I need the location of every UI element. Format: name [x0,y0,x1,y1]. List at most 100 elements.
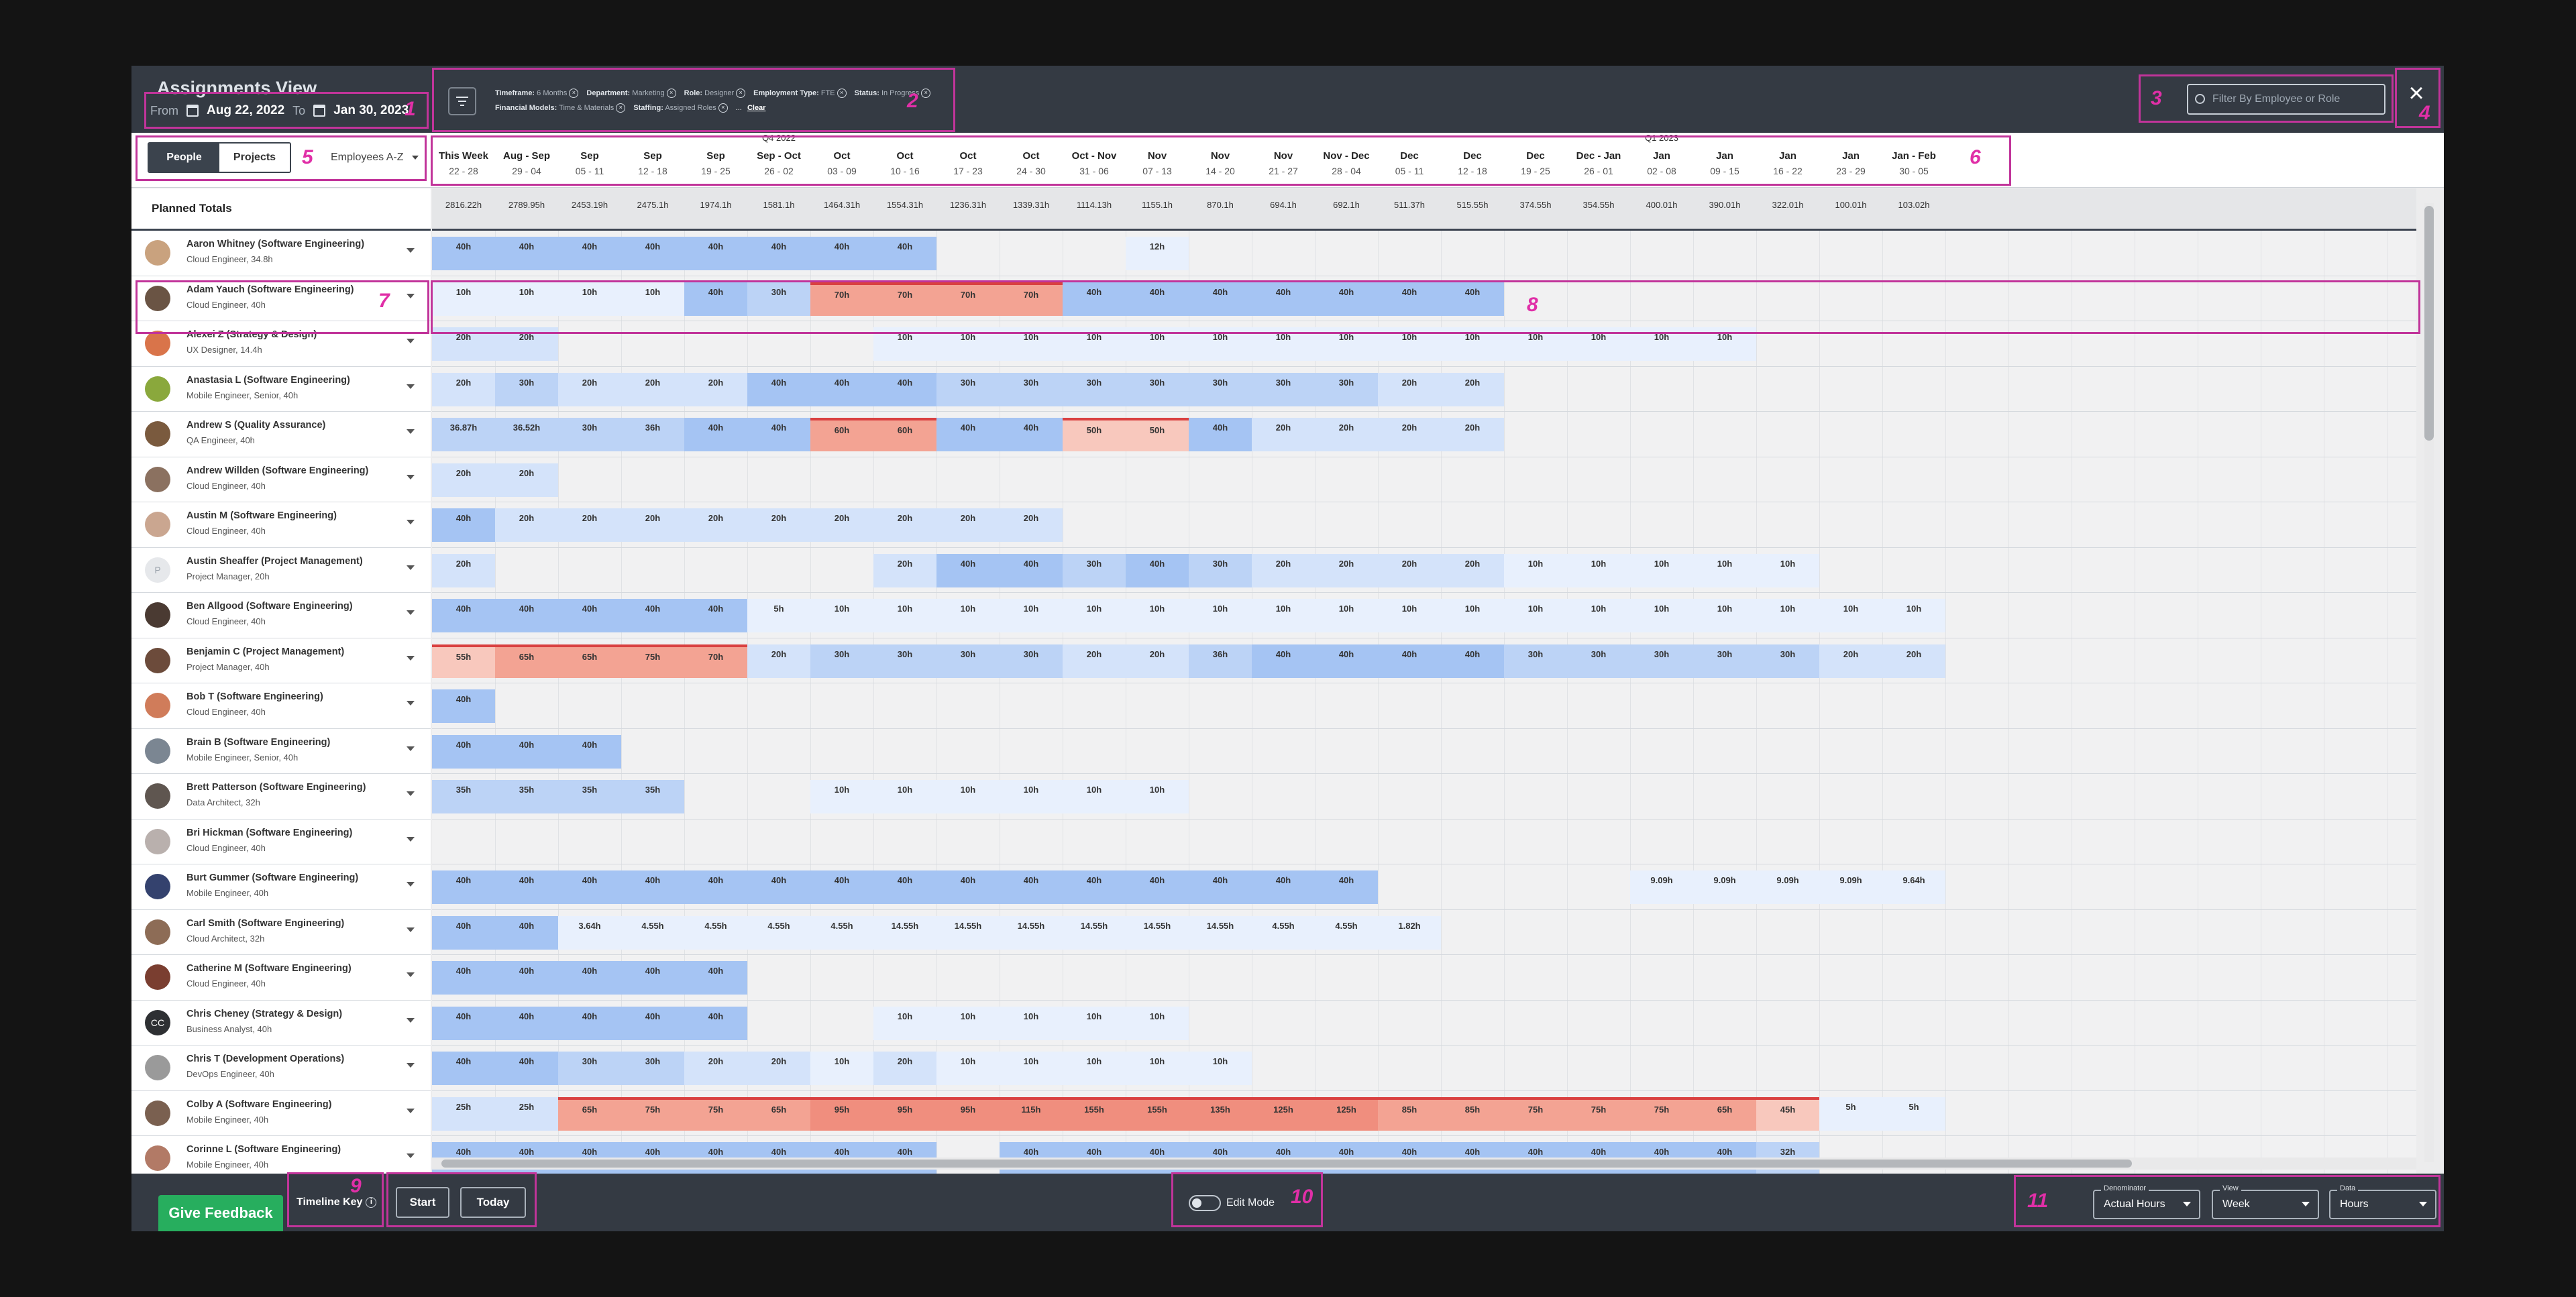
person-row[interactable]: Catherine M (Software Engineering) Cloud … [131,955,431,1001]
expand-chevron-icon[interactable] [407,701,415,706]
hours-cell[interactable]: 10h [1126,327,1189,361]
hours-cell[interactable]: 10h [936,327,1000,361]
data-select[interactable]: Data Hours [2329,1184,2436,1219]
hours-cell[interactable]: 40h [432,961,495,995]
hours-cell[interactable]: 10h [1189,1052,1252,1085]
timeframe-picker[interactable]: From Aug 22, 2022 To Jan 30, 2023 [150,96,409,125]
hours-cell[interactable]: 9.09h [1630,870,1693,904]
hours-cell[interactable]: 40h [558,734,621,769]
person-row[interactable]: Chris T (Development Operations) DevOps E… [131,1046,431,1091]
hours-cell[interactable]: 30h [558,418,621,451]
hours-cell[interactable]: 155h [1063,1096,1126,1131]
hours-cell[interactable]: 70h [873,282,936,316]
hours-cell[interactable]: 9.09h [1756,870,1819,904]
hours-cell[interactable]: 40h [432,1052,495,1085]
hours-cell[interactable]: 40h [432,915,495,950]
hours-cell[interactable]: 5h [1819,1096,1882,1131]
person-row[interactable]: Ben Allgood (Software Engineering) Cloud … [131,593,431,638]
hours-cell[interactable]: 20h [495,508,558,542]
remove-chip-icon[interactable]: × [718,103,728,113]
expand-chevron-icon[interactable] [407,927,415,932]
expand-chevron-icon[interactable] [407,248,415,253]
person-row[interactable]: Burt Gummer (Software Engineering) Mobile… [131,864,431,910]
hours-cell[interactable]: 30h [1189,372,1252,406]
hours-cell[interactable]: 30h [1189,553,1252,587]
hours-cell[interactable]: 70h [936,282,1000,316]
hours-cell[interactable]: 25h [432,1096,495,1131]
filter-chip[interactable]: Status: In Progress × [855,86,931,101]
hours-cell[interactable]: 55h [432,644,495,678]
hours-cell[interactable]: 95h [936,1096,1000,1131]
hours-cell[interactable]: 20h [1378,372,1441,406]
hours-cell[interactable]: 10h [810,780,873,813]
filter-chip[interactable]: Role: Designer × [684,86,746,101]
hours-cell[interactable]: 40h [432,689,495,723]
hours-cell[interactable]: 10h [873,780,936,813]
expand-chevron-icon[interactable] [407,1063,415,1068]
expand-chevron-icon[interactable] [407,520,415,524]
hours-cell[interactable]: 14.55h [1000,915,1063,950]
hours-cell[interactable]: 10h [1126,599,1189,632]
hours-cell[interactable]: 40h [495,237,558,270]
person-name[interactable]: Ben Allgood (Software Engineering) [186,601,353,612]
hours-cell[interactable]: 40h [621,599,684,632]
hours-cell[interactable]: 10h [1252,599,1315,632]
hours-cell[interactable]: 10h [1126,1006,1189,1040]
hours-cell[interactable]: 10h [1063,599,1126,632]
hours-cell[interactable]: 115h [1000,1096,1063,1131]
person-name[interactable]: Chris Cheney (Strategy & Design) [186,1009,342,1019]
expand-chevron-icon[interactable] [407,1108,415,1113]
hours-cell[interactable]: 20h [1882,644,1945,678]
start-button[interactable]: Start [396,1187,449,1218]
hours-cell[interactable]: 40h [1252,282,1315,316]
filter-icon[interactable] [448,87,476,115]
hours-cell[interactable]: 40h [432,237,495,270]
hours-cell[interactable]: 40h [1189,870,1252,904]
expand-chevron-icon[interactable] [407,1153,415,1158]
search-input[interactable]: Filter By Employee or Role [2187,84,2385,115]
hours-cell[interactable]: 10h [1126,1052,1189,1085]
hours-cell[interactable]: 20h [1000,508,1063,542]
hours-cell[interactable]: 40h [1000,553,1063,587]
person-name[interactable]: Austin M (Software Engineering) [186,510,337,521]
hours-cell[interactable]: 36.52h [495,418,558,451]
hours-cell[interactable]: 10h [1378,599,1441,632]
hours-cell[interactable]: 75h [1504,1096,1567,1131]
hours-cell[interactable]: 9.64h [1882,870,1945,904]
hours-cell[interactable]: 40h [936,870,1000,904]
person-name[interactable]: Bob T (Software Engineering) [186,691,323,702]
hours-cell[interactable]: 40h [810,870,873,904]
filter-chip[interactable]: Employment Type: FTE × [753,86,847,101]
hours-cell[interactable]: 20h [747,508,810,542]
hours-cell[interactable]: 40h [747,372,810,406]
hours-cell[interactable]: 4.55h [747,915,810,950]
hours-cell[interactable]: 30h [873,644,936,678]
hours-cell[interactable]: 20h [432,463,495,497]
expand-chevron-icon[interactable] [407,882,415,887]
hours-cell[interactable]: 30h [1693,644,1756,678]
hours-cell[interactable]: 20h [495,463,558,497]
hours-cell[interactable]: 40h [558,599,621,632]
hours-cell[interactable]: 9.09h [1819,870,1882,904]
hours-cell[interactable]: 30h [1630,644,1693,678]
sort-dropdown[interactable]: Employees A-Z [331,142,419,173]
hours-cell[interactable]: 20h [1315,418,1378,451]
person-row[interactable]: Alexei Z (Strategy & Design) UX Designer,… [131,321,431,367]
hours-cell[interactable]: 40h [558,1006,621,1040]
hours-cell[interactable]: 10h [936,1006,1000,1040]
to-date[interactable]: Jan 30, 2023 [333,103,409,118]
hours-cell[interactable]: 10h [1063,1052,1126,1085]
hours-cell[interactable]: 40h [432,734,495,769]
hours-cell[interactable]: 30h [1504,644,1567,678]
hours-cell[interactable]: 30h [1000,644,1063,678]
hours-cell[interactable]: 65h [495,644,558,678]
person-row[interactable]: Andrew S (Quality Assurance) QA Engineer,… [131,412,431,457]
hours-cell[interactable]: 5h [747,599,810,632]
person-name[interactable]: Andrew S (Quality Assurance) [186,420,325,431]
hours-cell[interactable]: 95h [873,1096,936,1131]
hours-cell[interactable]: 10h [936,599,1000,632]
hours-cell[interactable]: 40h [1252,870,1315,904]
hours-cell[interactable]: 10h [1567,327,1630,361]
person-name[interactable]: Brett Patterson (Software Engineering) [186,782,366,793]
person-name[interactable]: Chris T (Development Operations) [186,1054,344,1064]
